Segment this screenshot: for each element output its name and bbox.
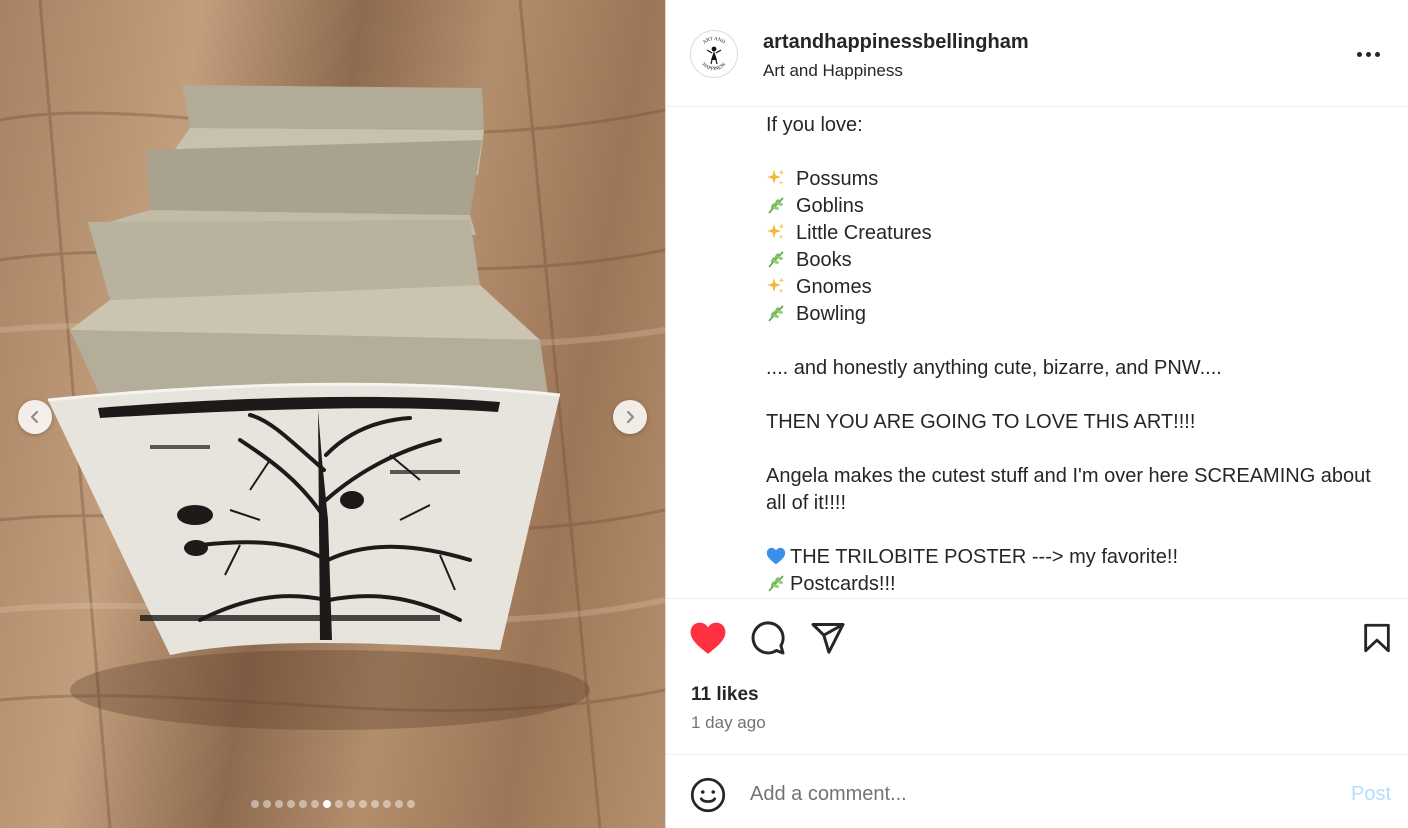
carousel-dot <box>286 800 295 808</box>
herb-icon <box>766 573 786 593</box>
post-photo <box>0 0 665 828</box>
post-location[interactable]: Art and Happiness <box>763 61 903 81</box>
carousel-dot <box>298 800 307 808</box>
carousel-dot <box>274 800 283 808</box>
heart-filled-icon <box>690 622 726 654</box>
chevron-right-icon <box>626 410 635 424</box>
caption-list-text: Gnomes <box>796 276 872 298</box>
post-media[interactable] <box>0 0 665 828</box>
carousel-dot <box>250 800 259 808</box>
carousel-next-button[interactable] <box>613 400 647 434</box>
post-header: ART AND HAPPINESS artandhappinessbelling… <box>666 0 1408 107</box>
avatar[interactable]: ART AND HAPPINESS <box>690 30 738 78</box>
carousel-dot <box>370 800 379 808</box>
carousel-dot <box>346 800 355 808</box>
carousel-dot <box>310 800 319 808</box>
like-button[interactable] <box>689 619 727 657</box>
carousel-indicator <box>0 800 665 808</box>
post-comment-button[interactable]: Post <box>1351 783 1391 806</box>
caption-list-item: Gnomes <box>766 274 1396 301</box>
more-dot-icon <box>1374 51 1380 57</box>
smiley-icon <box>690 777 726 813</box>
comment-button[interactable] <box>749 619 787 657</box>
caption-list-item: Bowling <box>766 301 1396 328</box>
more-options-button[interactable] <box>1350 40 1386 68</box>
caption-line: THEN YOU ARE GOING TO LOVE THIS ART!!!! <box>766 411 1196 433</box>
comment-input[interactable] <box>750 777 1310 811</box>
carousel-dot <box>334 800 343 808</box>
caption-list-text: THE TRILOBITE POSTER ---> my favorite!! <box>790 546 1179 568</box>
carousel-dot <box>394 800 403 808</box>
post-username[interactable]: artandhappinessbellingham <box>763 31 1029 54</box>
post-timestamp[interactable]: 1 day ago <box>691 713 766 733</box>
chevron-left-icon <box>30 410 39 424</box>
post-actions <box>666 598 1408 676</box>
sparkles-icon <box>766 168 786 188</box>
caption-list-text: Books <box>796 249 852 271</box>
caption-list-text: Possums <box>796 168 879 190</box>
save-button[interactable] <box>1358 619 1396 657</box>
herb-icon <box>766 249 786 269</box>
caption-list-item: Books <box>766 247 1396 274</box>
caption-list-text: Goblins <box>796 195 864 217</box>
carousel-dot <box>322 800 331 808</box>
caption-intro: If you love: <box>766 114 863 136</box>
more-dot-icon <box>1365 51 1371 57</box>
carousel-dot <box>358 800 367 808</box>
paper-plane-icon <box>811 623 845 654</box>
blue-heart-icon <box>766 546 786 566</box>
caption-favorites: THE TRILOBITE POSTER ---> my favorite!! P… <box>766 544 1396 596</box>
caption-list-item: Little Creatures <box>766 220 1396 247</box>
post-caption: If you love: Possums Goblins Little Creatu… <box>766 112 1396 596</box>
avatar-logo-icon: ART AND HAPPINESS <box>701 37 728 72</box>
caption-list-item: Possums <box>766 166 1396 193</box>
caption-list-text: Postcards!!! <box>790 573 896 595</box>
caption-list-item: Goblins <box>766 193 1396 220</box>
svg-text:ART AND: ART AND <box>702 37 726 46</box>
comment-bar: Post <box>666 754 1408 828</box>
carousel-dot <box>382 800 391 808</box>
caption-list-item: THE TRILOBITE POSTER ---> my favorite!! <box>766 544 1396 571</box>
caption-list-item: Postcards!!! <box>766 571 1396 596</box>
carousel-prev-button[interactable] <box>18 400 52 434</box>
bookmark-icon <box>1364 623 1390 653</box>
sparkles-icon <box>766 276 786 296</box>
carousel-dot <box>262 800 271 808</box>
more-dot-icon <box>1356 51 1362 57</box>
comment-bubble-icon <box>751 621 785 655</box>
herb-icon <box>766 303 786 323</box>
caption-list: Possums Goblins Little Creatures Books Gnome… <box>766 166 1396 328</box>
caption-list-text: Little Creatures <box>796 222 932 244</box>
carousel-dot <box>406 800 415 808</box>
share-button[interactable] <box>809 619 847 657</box>
herb-icon <box>766 195 786 215</box>
svg-text:HAPPINESS: HAPPINESS <box>701 62 728 72</box>
caption-line: Angela makes the cutest stuff and I'm ov… <box>766 465 1371 514</box>
caption-list-text: Bowling <box>796 303 867 325</box>
post-details-panel: ART AND HAPPINESS artandhappinessbelling… <box>665 0 1408 828</box>
likes-count[interactable]: 11 likes <box>691 684 759 706</box>
sparkles-icon <box>766 222 786 242</box>
emoji-picker-button[interactable] <box>690 777 726 813</box>
caption-line: .... and honestly anything cute, bizarre… <box>766 357 1222 379</box>
